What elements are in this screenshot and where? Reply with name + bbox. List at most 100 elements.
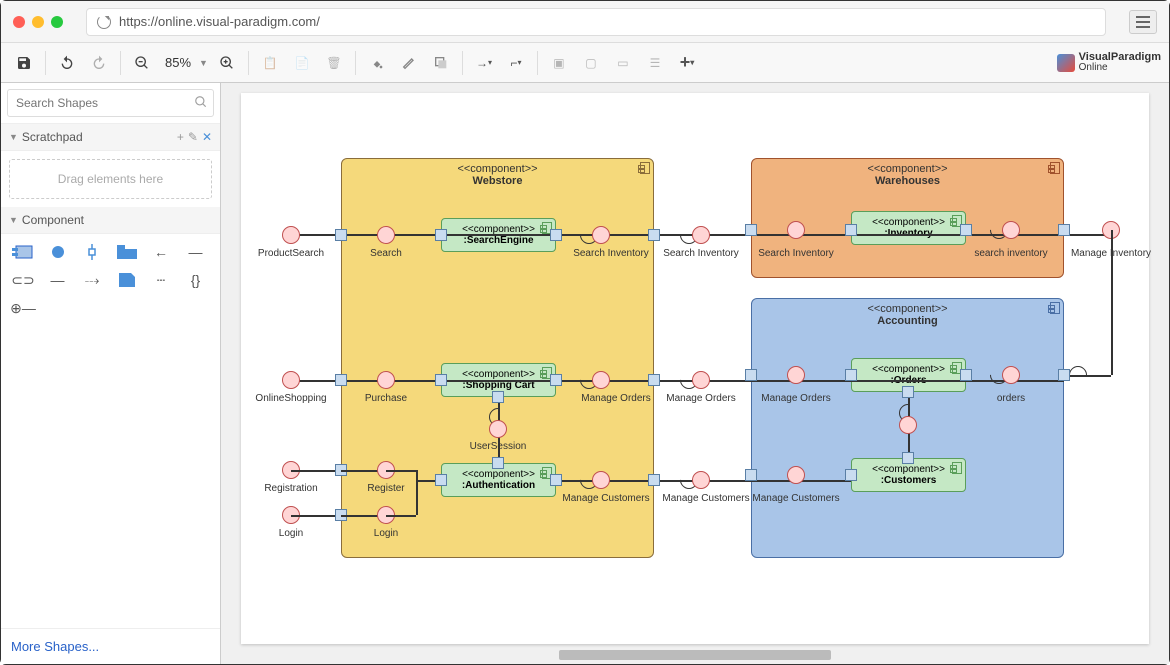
- palette-constraint-icon[interactable]: {}: [182, 270, 210, 290]
- interface-node[interactable]: [692, 471, 710, 489]
- edit-icon[interactable]: ✎: [188, 130, 198, 144]
- interface-node[interactable]: [787, 466, 805, 484]
- port-node[interactable]: [492, 457, 504, 469]
- component-panel-header[interactable]: ▼ Component: [1, 207, 220, 234]
- port-node[interactable]: [550, 374, 562, 386]
- zoom-value[interactable]: 85%: [161, 55, 195, 70]
- interface-node[interactable]: [592, 371, 610, 389]
- vertical-scrollbar[interactable]: [1155, 93, 1165, 644]
- align-button[interactable]: ▭: [608, 48, 638, 78]
- interface-node[interactable]: [377, 226, 395, 244]
- port-node[interactable]: [845, 469, 857, 481]
- scratchpad-panel-header[interactable]: ▼ Scratchpad +✎✕: [1, 124, 220, 151]
- port-node[interactable]: [960, 224, 972, 236]
- add-icon[interactable]: +: [177, 130, 184, 144]
- port-node[interactable]: [648, 474, 660, 486]
- palette-component-icon[interactable]: [9, 242, 37, 262]
- connector[interactable]: [386, 470, 416, 472]
- port-node[interactable]: [845, 369, 857, 381]
- port-node[interactable]: [335, 374, 347, 386]
- interface-node[interactable]: [592, 226, 610, 244]
- connector[interactable]: [291, 380, 1064, 382]
- connector[interactable]: [386, 515, 416, 517]
- zoom-out-button[interactable]: [127, 48, 157, 78]
- delete-button[interactable]: 🗑: [319, 48, 349, 78]
- port-node[interactable]: [648, 374, 660, 386]
- interface-node[interactable]: [692, 371, 710, 389]
- redo-button[interactable]: [84, 48, 114, 78]
- connector[interactable]: [416, 470, 418, 480]
- close-window-button[interactable]: [13, 16, 25, 28]
- distribute-button[interactable]: ☰: [640, 48, 670, 78]
- maximize-window-button[interactable]: [51, 16, 63, 28]
- port-node[interactable]: [745, 369, 757, 381]
- palette-interface-icon[interactable]: [44, 242, 72, 262]
- close-icon[interactable]: ✕: [202, 130, 212, 144]
- port-node[interactable]: [435, 474, 447, 486]
- url-bar[interactable]: https://online.visual-paradigm.com/: [86, 8, 1106, 36]
- interface-node[interactable]: [899, 416, 917, 434]
- palette-dashed-line-icon[interactable]: ┄: [147, 270, 175, 290]
- to-front-button[interactable]: ▣: [544, 48, 574, 78]
- add-button[interactable]: +▾: [672, 48, 702, 78]
- port-node[interactable]: [960, 369, 972, 381]
- minimize-window-button[interactable]: [32, 16, 44, 28]
- interface-node[interactable]: [787, 366, 805, 384]
- port-node[interactable]: [648, 229, 660, 241]
- search-shapes-input[interactable]: [7, 89, 214, 117]
- hamburger-menu[interactable]: [1129, 10, 1157, 34]
- palette-dependency-icon[interactable]: ←: [147, 242, 175, 262]
- port-node[interactable]: [902, 452, 914, 464]
- port-node[interactable]: [550, 229, 562, 241]
- palette-solid-line-icon[interactable]: —: [44, 270, 72, 290]
- paste-button[interactable]: 📄: [287, 48, 317, 78]
- more-shapes-link[interactable]: More Shapes...: [1, 628, 220, 664]
- component-inventory[interactable]: <<component>>:Inventory: [851, 211, 966, 245]
- interface-node[interactable]: [282, 371, 300, 389]
- interface-node[interactable]: [592, 471, 610, 489]
- interface-node[interactable]: [692, 226, 710, 244]
- to-back-button[interactable]: ▢: [576, 48, 606, 78]
- palette-line-icon[interactable]: —: [182, 242, 210, 262]
- waypoint-button[interactable]: ⌐▾: [501, 48, 531, 78]
- scratchpad-drop-zone[interactable]: Drag elements here: [9, 159, 212, 199]
- palette-dashed-arrow-icon[interactable]: ⤏: [78, 270, 106, 290]
- connector[interactable]: [1111, 230, 1113, 375]
- connector[interactable]: [416, 480, 418, 515]
- palette-port-icon[interactable]: [78, 242, 106, 262]
- port-node[interactable]: [902, 386, 914, 398]
- interface-node[interactable]: [787, 221, 805, 239]
- port-node[interactable]: [435, 374, 447, 386]
- port-node[interactable]: [435, 229, 447, 241]
- fill-color-button[interactable]: [362, 48, 392, 78]
- save-button[interactable]: [9, 48, 39, 78]
- connector-style-button[interactable]: →▾: [469, 48, 499, 78]
- port-node[interactable]: [550, 474, 562, 486]
- canvas[interactable]: <<component>>Webstore <<component>>Wareh…: [241, 93, 1149, 644]
- palette-lollipop-icon[interactable]: ⊕—: [9, 298, 37, 318]
- zoom-dropdown-icon[interactable]: ▼: [199, 58, 208, 68]
- interface-node[interactable]: [282, 226, 300, 244]
- connector[interactable]: [291, 515, 341, 517]
- copy-button[interactable]: 📋: [255, 48, 285, 78]
- interface-node[interactable]: [377, 371, 395, 389]
- shadow-button[interactable]: [426, 48, 456, 78]
- connector[interactable]: [291, 470, 341, 472]
- line-color-button[interactable]: [394, 48, 424, 78]
- port-node[interactable]: [335, 229, 347, 241]
- port-node[interactable]: [492, 391, 504, 403]
- reload-icon[interactable]: [97, 15, 111, 29]
- palette-required-icon[interactable]: ⊂⊃: [9, 270, 37, 290]
- zoom-in-button[interactable]: [212, 48, 242, 78]
- port-node[interactable]: [845, 224, 857, 236]
- palette-package-icon[interactable]: [113, 242, 141, 262]
- interface-node[interactable]: [1002, 366, 1020, 384]
- palette-note-icon[interactable]: [113, 270, 141, 290]
- port-node[interactable]: [1058, 369, 1070, 381]
- interface-node[interactable]: [489, 420, 507, 438]
- port-node[interactable]: [745, 469, 757, 481]
- port-node[interactable]: [745, 224, 757, 236]
- undo-button[interactable]: [52, 48, 82, 78]
- horizontal-scrollbar[interactable]: [241, 650, 1149, 660]
- port-node[interactable]: [1058, 224, 1070, 236]
